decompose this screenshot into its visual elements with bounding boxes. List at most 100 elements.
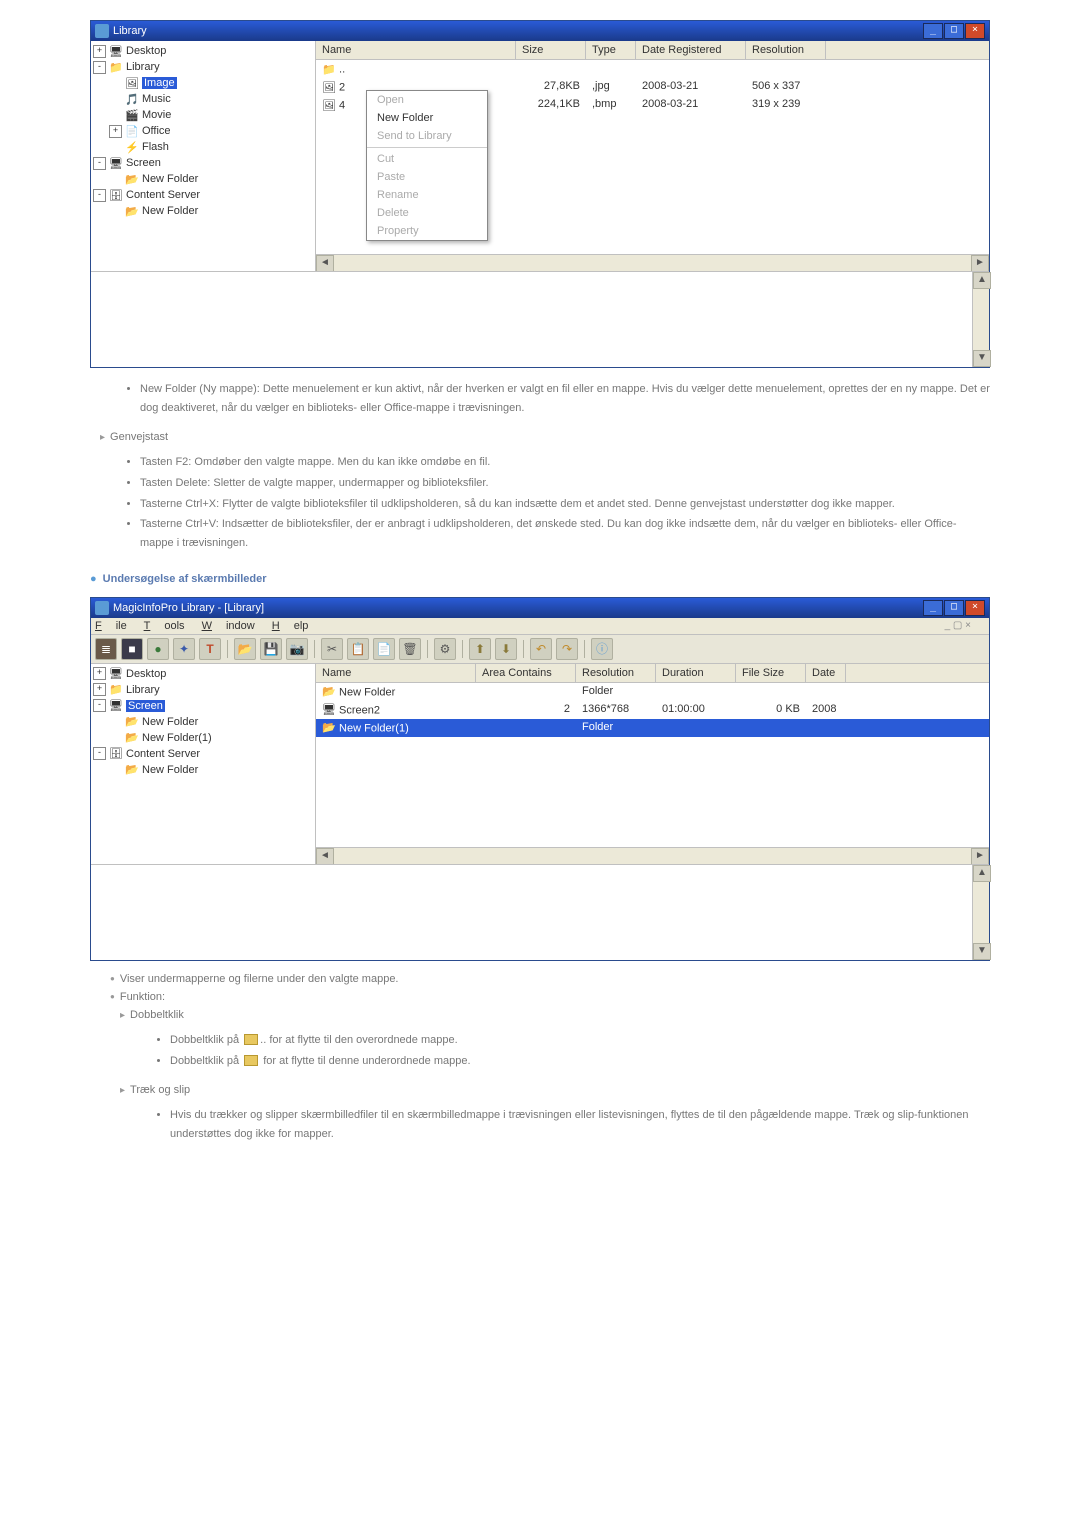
tree-label: Content Server bbox=[126, 189, 200, 201]
scroll-up-icon[interactable]: ▲ bbox=[973, 272, 991, 289]
horizontal-scrollbar[interactable]: ◄ ► bbox=[316, 254, 989, 271]
menu-window[interactable]: Window bbox=[202, 620, 255, 632]
vertical-scrollbar[interactable]: ▲ ▼ bbox=[972, 272, 989, 367]
scroll-up-icon[interactable]: ▲ bbox=[973, 865, 991, 882]
file-list[interactable]: NameSizeTypeDate RegisteredResolution 📁 … bbox=[316, 41, 989, 271]
child-window-controls[interactable]: _ ▢ × bbox=[945, 620, 971, 631]
tb-icon-paste[interactable]: 📄 bbox=[373, 638, 395, 660]
file-list[interactable]: NameArea ContainsResolutionDurationFile … bbox=[316, 664, 989, 864]
expander-icon[interactable]: + bbox=[93, 667, 106, 680]
tb-icon-down[interactable]: ⬇ bbox=[495, 638, 517, 660]
lower-pane: ▲ ▼ bbox=[91, 864, 989, 960]
column-header[interactable]: Area Contains bbox=[476, 664, 576, 682]
scroll-left-icon[interactable]: ◄ bbox=[316, 255, 334, 272]
tb-icon-delete[interactable]: 🗑 bbox=[399, 638, 421, 660]
menu-separator bbox=[367, 147, 487, 148]
close-button[interactable]: × bbox=[965, 23, 985, 39]
menu-file[interactable]: File bbox=[95, 620, 127, 632]
maximize-button[interactable]: □ bbox=[944, 600, 964, 616]
column-header[interactable]: Date Registered bbox=[636, 41, 746, 59]
tb-icon-up[interactable]: ⬆ bbox=[469, 638, 491, 660]
tree-item[interactable]: -🖥Screen bbox=[93, 155, 313, 171]
column-header[interactable]: Type bbox=[586, 41, 636, 59]
expander-icon[interactable]: - bbox=[93, 61, 106, 74]
tree-item[interactable]: 📂New Folder bbox=[93, 171, 313, 187]
scroll-down-icon[interactable]: ▼ bbox=[973, 943, 991, 960]
tb-icon-1[interactable]: ≣ bbox=[95, 638, 117, 660]
minimize-button[interactable]: _ bbox=[923, 23, 943, 39]
column-header[interactable]: Name bbox=[316, 41, 516, 59]
folder-tree[interactable]: +🖥Desktop-📁Library🖼Image🎵Music🎬Movie+📄Of… bbox=[91, 41, 316, 271]
tree-item[interactable]: +📁Library bbox=[93, 682, 313, 698]
tb-icon-open[interactable]: 📂 bbox=[234, 638, 256, 660]
tree-item[interactable]: 🎬Movie bbox=[93, 107, 313, 123]
tb-icon-save[interactable]: 💾 bbox=[260, 638, 282, 660]
context-menu-item[interactable]: New Folder bbox=[367, 109, 487, 127]
scroll-right-icon[interactable]: ► bbox=[971, 255, 989, 272]
menu-tools[interactable]: Tools bbox=[144, 620, 185, 632]
expander-icon[interactable]: - bbox=[93, 747, 106, 760]
tree-label: Movie bbox=[142, 109, 171, 121]
list-row[interactable]: 🖥 Screen221366*76801:00:000 KB2008 bbox=[316, 701, 989, 719]
tree-item[interactable]: +📄Office bbox=[93, 123, 313, 139]
maximize-button[interactable]: □ bbox=[944, 23, 964, 39]
tree-item[interactable]: 🎵Music bbox=[93, 91, 313, 107]
expander-icon[interactable]: + bbox=[109, 125, 122, 138]
list-row[interactable]: 📂 New FolderFolder bbox=[316, 683, 989, 701]
tree-item[interactable]: 📂New Folder bbox=[93, 203, 313, 219]
scroll-down-icon[interactable]: ▼ bbox=[973, 350, 991, 367]
tree-item[interactable]: -🗄Content Server bbox=[93, 746, 313, 762]
close-button[interactable]: × bbox=[965, 600, 985, 616]
shortcut-item: Tasten F2: Omdøber den valgte mappe. Men… bbox=[140, 453, 990, 472]
list-row[interactable]: 📁 .. bbox=[316, 60, 989, 78]
column-header[interactable]: Resolution bbox=[576, 664, 656, 682]
expander-icon[interactable]: + bbox=[93, 45, 106, 58]
menu-help[interactable]: Help bbox=[272, 620, 309, 632]
tb-icon-info[interactable]: ⓘ bbox=[591, 638, 613, 660]
expander-icon[interactable]: - bbox=[93, 157, 106, 170]
tree-item[interactable]: 📂New Folder bbox=[93, 714, 313, 730]
expander-icon[interactable]: - bbox=[93, 189, 106, 202]
list-row[interactable]: 📂 New Folder(1)Folder bbox=[316, 719, 989, 737]
tree-label: Library bbox=[126, 684, 160, 696]
tb-icon-undo[interactable]: ↶ bbox=[530, 638, 552, 660]
tree-item[interactable]: ⚡Flash bbox=[93, 139, 313, 155]
tb-icon-copy[interactable]: 📋 bbox=[347, 638, 369, 660]
tree-item[interactable]: 📂New Folder bbox=[93, 762, 313, 778]
tree-item[interactable]: +🖥Desktop bbox=[93, 666, 313, 682]
horizontal-scrollbar[interactable]: ◄ ► bbox=[316, 847, 989, 864]
tree-item[interactable]: 📂New Folder(1) bbox=[93, 730, 313, 746]
column-header[interactable]: Resolution bbox=[746, 41, 826, 59]
tb-icon-4[interactable]: ✦ bbox=[173, 638, 195, 660]
minimize-button[interactable]: _ bbox=[923, 600, 943, 616]
scroll-right-icon[interactable]: ► bbox=[971, 848, 989, 865]
tree-item[interactable]: -🖥Screen bbox=[93, 698, 313, 714]
context-menu[interactable]: OpenNew FolderSend to LibraryCutPasteRen… bbox=[366, 90, 488, 241]
folder-tree[interactable]: +🖥Desktop+📁Library-🖥Screen📂New Folder📂Ne… bbox=[91, 664, 316, 864]
tree-item[interactable]: +🖥Desktop bbox=[93, 43, 313, 59]
shortcut-item: Tasterne Ctrl+V: Indsætter de biblioteks… bbox=[140, 515, 990, 552]
expander-icon[interactable]: + bbox=[93, 683, 106, 696]
shortcut-list: Tasten F2: Omdøber den valgte mappe. Men… bbox=[140, 453, 990, 552]
new-folder-bullet: New Folder (Ny mappe): Dette menuelement… bbox=[140, 380, 990, 417]
tree-item[interactable]: 🖼Image bbox=[93, 75, 313, 91]
tb-icon-2[interactable]: ■ bbox=[121, 638, 143, 660]
menu-bar[interactable]: _ ▢ × File Tools Window Help bbox=[91, 618, 989, 635]
column-header[interactable]: Name bbox=[316, 664, 476, 682]
tb-icon-gear[interactable]: ⚙ bbox=[434, 638, 456, 660]
tb-icon-text[interactable]: T bbox=[199, 638, 221, 660]
column-header[interactable]: Date bbox=[806, 664, 846, 682]
vertical-scrollbar[interactable]: ▲ ▼ bbox=[972, 865, 989, 960]
tb-icon-device[interactable]: 📷 bbox=[286, 638, 308, 660]
column-header[interactable]: Duration bbox=[656, 664, 736, 682]
tree-item[interactable]: -🗄Content Server bbox=[93, 187, 313, 203]
shortcut-heading: Genvejstast bbox=[100, 431, 990, 443]
tb-icon-redo[interactable]: ↷ bbox=[556, 638, 578, 660]
expander-icon[interactable]: - bbox=[93, 699, 106, 712]
scroll-left-icon[interactable]: ◄ bbox=[316, 848, 334, 865]
tb-icon-cut[interactable]: ✂ bbox=[321, 638, 343, 660]
column-header[interactable]: Size bbox=[516, 41, 586, 59]
tb-icon-3[interactable]: ● bbox=[147, 638, 169, 660]
tree-item[interactable]: -📁Library bbox=[93, 59, 313, 75]
column-header[interactable]: File Size bbox=[736, 664, 806, 682]
